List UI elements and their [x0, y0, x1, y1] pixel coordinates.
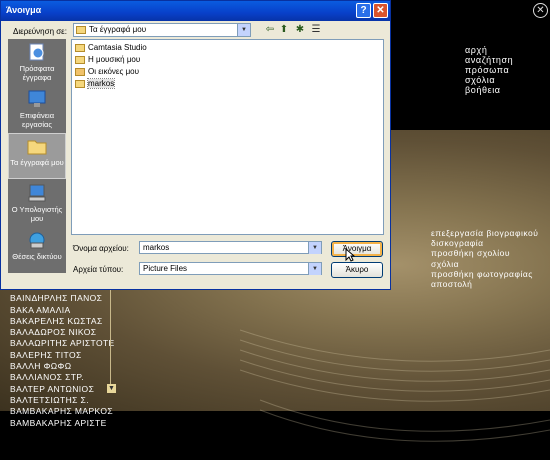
look-in-dropdown[interactable]: Τα έγγραφά μου ▼: [73, 23, 251, 37]
open-file-dialog: Άνοιγμα ? ✕ Διερεύνηση σε: Τα έγγραφά μο…: [0, 0, 391, 290]
list-item[interactable]: ΒΑΙΝΔΗΡΛΗΣ ΠΑΝΟΣ: [10, 293, 115, 304]
filetype-value: Picture Files: [143, 264, 188, 273]
chevron-down-icon[interactable]: ▼: [308, 242, 321, 254]
side-menu: επεξεργασία βιογραφικού δισκογραφία προσ…: [431, 228, 538, 289]
menu-item-send[interactable]: αποστολή: [431, 279, 538, 289]
filetype-label: Αρχεία τύπου:: [73, 265, 124, 274]
place-my-documents[interactable]: Τα έγγραφά μου: [8, 133, 66, 179]
place-my-computer[interactable]: Ο Υπολογιστής μου: [8, 180, 66, 226]
menu-item-search[interactable]: αναζήτηση: [465, 55, 513, 65]
back-icon[interactable]: ⇦: [263, 23, 277, 36]
place-recent-documents[interactable]: Πρόσφατα έγγραφα: [8, 39, 66, 85]
filetype-dropdown[interactable]: Picture Files ▼: [139, 262, 322, 275]
menu-item-comments[interactable]: σχόλια: [431, 259, 538, 269]
look-in-label: Διερεύνηση σε:: [13, 27, 67, 36]
list-item[interactable]: ΒΑΛΑΩΡΙΤΗΣ ΑΡΙΣΤΟΤΕ: [10, 338, 115, 349]
list-item[interactable]: ΒΑΛΛΙΑΝΟΣ ΣΤΡ.: [10, 372, 115, 383]
scroll-down-icon[interactable]: ▼: [107, 384, 116, 393]
file-name: Η μουσική μου: [88, 55, 141, 64]
list-item[interactable]: ΒΑΜΒΑΚΑΡΗΣ ΑΡΙΣΤΕ: [10, 418, 115, 429]
mouse-cursor-icon: [345, 248, 355, 262]
look-in-value: Τα έγγραφά μου: [89, 25, 147, 34]
place-label: Πρόσφατα έγγραφα: [19, 64, 55, 82]
place-label: Θέσεις δικτύου: [12, 252, 62, 261]
file-name: Camtasia Studio: [88, 43, 147, 52]
file-name: markos: [86, 78, 116, 89]
menu-item-help[interactable]: βοήθεια: [465, 85, 513, 95]
list-item[interactable]: ΒΑΛΤΕΡ ΑΝΤΩΝΙΟΣ: [10, 384, 115, 395]
list-item[interactable]: ΒΑΛΛΗ ΦΩΦΩ: [10, 361, 115, 372]
menu-item-comments[interactable]: σχόλια: [465, 75, 513, 85]
desktop-icon: [28, 90, 46, 107]
list-item[interactable]: ΒΑΛΕΡΗΣ ΤΙΤΟΣ: [10, 350, 115, 361]
place-label: Τα έγγραφά μου: [10, 158, 64, 167]
menu-item-discography[interactable]: δισκογραφία: [431, 238, 538, 248]
folder-icon: [75, 44, 85, 52]
open-button[interactable]: Άνοιγμα: [331, 241, 383, 257]
list-scrollbar[interactable]: [110, 282, 111, 386]
artist-list: ΒΑΘΗΣ ΒΑΙΝΔΗΡΛΗΣ ΠΑΝΟΣ ΒΑΚΑ ΑΜΑΛΙΑ ΒΑΚΑΡ…: [10, 282, 115, 429]
network-places-icon: [29, 232, 45, 249]
place-label: Ο Υπολογιστής μου: [11, 205, 63, 223]
close-icon[interactable]: ✕: [373, 3, 388, 18]
app-close-icon[interactable]: ✕: [533, 3, 548, 18]
list-item[interactable]: ΒΑΜΒΑΚΑΡΗΣ ΜΑΡΚΟΣ: [10, 406, 115, 417]
recent-documents-icon: [29, 43, 44, 61]
menu-item-add-photo[interactable]: προσθήκη φωτογραφίας: [431, 269, 538, 279]
chevron-down-icon[interactable]: ▼: [308, 263, 321, 275]
up-folder-icon[interactable]: ⬆: [277, 23, 291, 36]
file-name: Οι εικόνες μου: [88, 67, 139, 76]
list-item[interactable]: ΒΑΚΑ ΑΜΑΛΙΑ: [10, 305, 115, 316]
list-item[interactable]: ΒΑΛΑΔΩΡΟΣ ΝΙΚΟΣ: [10, 327, 115, 338]
folder-icon: [75, 68, 85, 76]
menu-item-home[interactable]: αρχή: [465, 45, 513, 55]
view-menu-icon[interactable]: ☰: [309, 23, 323, 36]
filename-value: markos: [143, 243, 170, 252]
list-item[interactable]: ΒΑΛΤΕΤΣΙΩΤΗΣ Σ.: [10, 395, 115, 406]
cancel-button[interactable]: Άκυρο: [331, 262, 383, 278]
new-folder-icon[interactable]: ✱: [293, 23, 307, 36]
folder-icon: [75, 56, 85, 64]
dialog-titlebar[interactable]: Άνοιγμα ? ✕: [1, 1, 390, 21]
folder-icon: [76, 26, 86, 34]
chevron-down-icon[interactable]: ▼: [237, 24, 250, 36]
filename-label: Όνομα αρχείου:: [73, 244, 129, 253]
menu-item-edit-biography[interactable]: επεξεργασία βιογραφικού: [431, 228, 538, 238]
menu-item-people[interactable]: πρόσωπα: [465, 65, 513, 75]
places-bar: Πρόσφατα έγγραφα Επιφάνεια εργασίας Τα έ…: [8, 39, 66, 273]
place-desktop[interactable]: Επιφάνεια εργασίας: [8, 86, 66, 132]
menu-item-add-comment[interactable]: προσθήκη σχολίου: [431, 248, 538, 258]
place-network[interactable]: Θέσεις δικτύου: [8, 227, 66, 273]
top-menu: αρχή αναζήτηση πρόσωπα σχόλια βοήθεια: [465, 45, 513, 95]
folder-icon: [75, 80, 85, 88]
music-staff-decoration: [240, 329, 550, 442]
dialog-title: Άνοιγμα: [6, 5, 42, 15]
filename-input[interactable]: markos ▼: [139, 241, 322, 254]
help-icon[interactable]: ?: [356, 3, 371, 18]
my-documents-icon: [27, 140, 47, 155]
place-label: Επιφάνεια εργασίας: [19, 111, 55, 129]
my-computer-icon: [28, 184, 46, 202]
list-item[interactable]: ΒΑΚΑΡΕΛΗΣ ΚΩΣΤΑΣ: [10, 316, 115, 327]
file-list[interactable]: Camtasia Studio Η μουσική μου Οι εικόνες…: [71, 39, 384, 235]
